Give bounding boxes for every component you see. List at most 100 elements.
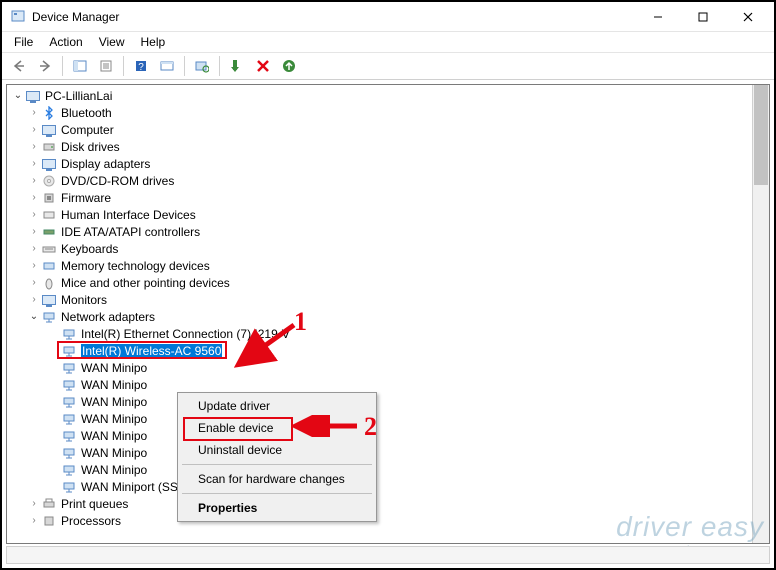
tree-category-label: Computer <box>61 123 114 137</box>
tree-device[interactable]: WAN Minipo <box>7 410 752 427</box>
monitor-icon <box>41 292 57 308</box>
chevron-right-icon[interactable]: › <box>27 277 41 288</box>
tree-device[interactable]: WAN Miniport (SSTP) <box>7 478 752 495</box>
tree-category[interactable]: › Computer <box>7 121 752 138</box>
menu-view[interactable]: View <box>91 33 133 51</box>
annotation-number-2: 2 <box>364 412 377 442</box>
tree-category-label: Processors <box>61 514 121 528</box>
enable-device-button[interactable] <box>226 55 248 77</box>
vertical-scrollbar[interactable] <box>752 85 769 543</box>
tree-device-label: WAN Minipo <box>81 378 147 392</box>
chevron-right-icon[interactable]: › <box>27 260 41 271</box>
minimize-button[interactable] <box>635 3 680 31</box>
update-driver-button[interactable] <box>278 55 300 77</box>
context-menu-item[interactable]: Update driver <box>180 395 374 417</box>
chevron-right-icon[interactable]: › <box>27 294 41 305</box>
tree-category-label: Mice and other pointing devices <box>61 276 230 290</box>
window-title: Device Manager <box>32 10 635 24</box>
context-menu-item[interactable]: Scan for hardware changes <box>180 468 374 490</box>
tree-category[interactable]: ›Disk drives <box>7 138 752 155</box>
scrollbar-thumb[interactable] <box>754 85 768 185</box>
tree-device[interactable]: Intel(R) Wireless-AC 9560 <box>7 342 752 359</box>
cpu-icon <box>41 513 57 529</box>
app-icon <box>10 9 26 25</box>
tree-category-label: Print queues <box>61 497 128 511</box>
tree-device[interactable]: Intel(R) Ethernet Connection (7) I219-V <box>7 325 752 342</box>
tree-category-label: Memory technology devices <box>61 259 210 273</box>
title-bar: Device Manager <box>2 2 774 32</box>
menu-bar: File Action View Help <box>2 32 774 52</box>
tree-category-label: DVD/CD-ROM drives <box>61 174 174 188</box>
properties-button[interactable] <box>95 55 117 77</box>
tree-category[interactable]: ⌄Network adapters <box>7 308 752 325</box>
tree-category-label: Human Interface Devices <box>61 208 196 222</box>
tree-category[interactable]: ›Bluetooth <box>7 104 752 121</box>
chevron-right-icon[interactable]: › <box>27 226 41 237</box>
tree-category[interactable]: ›Firmware <box>7 189 752 206</box>
forward-button[interactable] <box>34 55 56 77</box>
network-adapter-icon <box>61 411 77 427</box>
chevron-right-icon[interactable]: › <box>27 515 41 526</box>
tree-root[interactable]: ⌄ PC-LillianLai <box>7 87 752 104</box>
device-tree[interactable]: ⌄ PC-LillianLai ›Bluetooth›Computer›Disk… <box>7 85 752 543</box>
tree-panel: ⌄ PC-LillianLai ›Bluetooth›Computer›Disk… <box>6 84 770 544</box>
tree-category[interactable]: › DVD/CD-ROM drives <box>7 172 752 189</box>
tree-category[interactable]: › Memory technology devices <box>7 257 752 274</box>
network-adapter-icon <box>61 394 77 410</box>
tree-category[interactable]: ›Display adapters <box>7 155 752 172</box>
tree-category[interactable]: › Keyboards <box>7 240 752 257</box>
chevron-right-icon[interactable]: › <box>27 243 41 254</box>
chevron-right-icon[interactable]: › <box>27 498 41 509</box>
network-adapter-icon <box>61 377 77 393</box>
display-icon <box>41 156 57 172</box>
toolbar-sep <box>219 56 220 76</box>
menu-help[interactable]: Help <box>133 33 174 51</box>
chevron-right-icon[interactable]: › <box>27 141 41 152</box>
chevron-right-icon[interactable]: › <box>27 158 41 169</box>
tree-device[interactable]: WAN Minipo <box>7 359 752 376</box>
menu-file[interactable]: File <box>6 33 41 51</box>
context-menu-item[interactable]: Uninstall device <box>180 439 374 461</box>
tree-device[interactable]: WAN Minipo <box>7 444 752 461</box>
scan-hardware-button[interactable] <box>191 55 213 77</box>
tree-category-label: Monitors <box>61 293 107 307</box>
toolbar-sep <box>123 56 124 76</box>
context-menu[interactable]: Update driverEnable deviceUninstall devi… <box>177 392 377 522</box>
tree-category[interactable]: › Processors <box>7 512 752 529</box>
tree-category-label: Keyboards <box>61 242 118 256</box>
context-menu-item[interactable]: Enable device <box>180 417 374 439</box>
maximize-button[interactable] <box>680 3 725 31</box>
context-menu-separator <box>182 464 372 465</box>
toolbar-view-button[interactable] <box>156 55 178 77</box>
tree-device[interactable]: WAN Minipo <box>7 461 752 478</box>
disable-device-button[interactable] <box>252 55 274 77</box>
show-hide-tree-button[interactable] <box>69 55 91 77</box>
tree-device[interactable]: WAN Minipo <box>7 393 752 410</box>
network-adapter-icon <box>61 343 77 359</box>
bluetooth-icon <box>41 105 57 121</box>
tree-device[interactable]: WAN Minipo <box>7 427 752 444</box>
chevron-down-icon[interactable]: ⌄ <box>11 90 25 101</box>
close-button[interactable] <box>725 3 770 31</box>
chevron-down-icon[interactable]: ⌄ <box>27 311 41 322</box>
hid-icon <box>41 207 57 223</box>
tree-category[interactable]: › Mice and other pointing devices <box>7 274 752 291</box>
tree-category[interactable]: › Human Interface Devices <box>7 206 752 223</box>
menu-action[interactable]: Action <box>41 33 90 51</box>
tree-category[interactable]: › Print queues <box>7 495 752 512</box>
tree-category[interactable]: ›IDE ATA/ATAPI controllers <box>7 223 752 240</box>
chevron-right-icon[interactable]: › <box>27 124 41 135</box>
chevron-right-icon[interactable]: › <box>27 107 41 118</box>
tree-device[interactable]: WAN Minipo <box>7 376 752 393</box>
tree-root-label: PC-LillianLai <box>45 89 112 103</box>
computer-icon <box>41 122 57 138</box>
tree-device-label: WAN Minipo <box>81 395 147 409</box>
chevron-right-icon[interactable]: › <box>27 175 41 186</box>
chevron-right-icon[interactable]: › <box>27 209 41 220</box>
network-adapter-icon <box>61 445 77 461</box>
chevron-right-icon[interactable]: › <box>27 192 41 203</box>
context-menu-item[interactable]: Properties <box>180 497 374 519</box>
back-button[interactable] <box>8 55 30 77</box>
tree-category[interactable]: › Monitors <box>7 291 752 308</box>
help-button[interactable]: ? <box>130 55 152 77</box>
